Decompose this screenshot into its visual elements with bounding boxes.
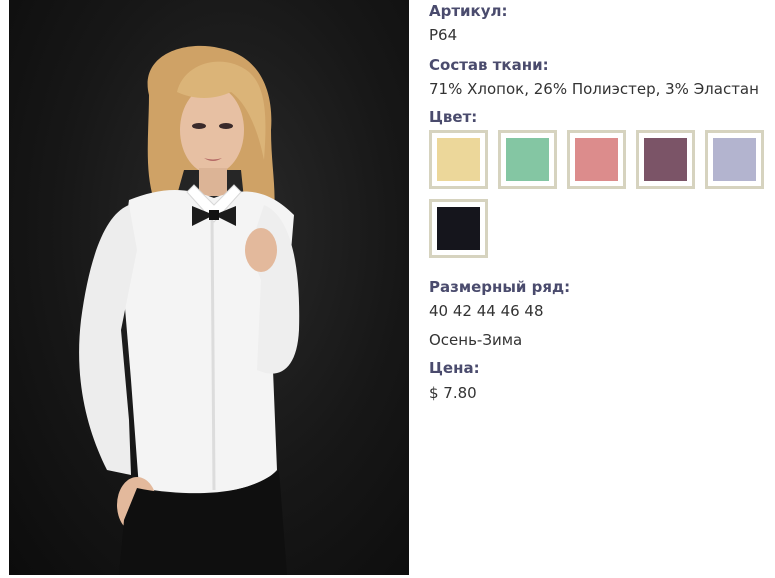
swatch-fill	[575, 138, 618, 181]
color-swatch-black[interactable]	[429, 199, 488, 258]
size-value: 40 42 44 46 48	[429, 302, 544, 320]
color-label: Цвет:	[429, 108, 478, 126]
swatch-fill	[437, 207, 480, 250]
season-value: Осень-Зима	[429, 331, 523, 349]
color-swatch-mint[interactable]	[498, 130, 557, 189]
swatch-fill	[437, 138, 480, 181]
product-photo	[9, 0, 409, 575]
color-swatch-pink[interactable]	[567, 130, 626, 189]
price-value: $ 7.80	[429, 384, 477, 402]
price-label: Цена:	[429, 359, 480, 377]
fabric-value: 71% Хлопок, 26% Полиэстер, 3% Эластан	[429, 80, 759, 98]
swatch-fill	[644, 138, 687, 181]
model-illustration	[79, 45, 300, 575]
color-swatch-lavender[interactable]	[705, 130, 764, 189]
fabric-label: Состав ткани:	[429, 56, 549, 74]
raised-hand	[245, 228, 277, 272]
article-label: Артикул:	[429, 2, 508, 20]
swatch-fill	[713, 138, 756, 181]
color-swatch-yellow[interactable]	[429, 130, 488, 189]
swatch-fill	[506, 138, 549, 181]
article-value: P64	[429, 26, 458, 44]
color-swatch-mauve[interactable]	[636, 130, 695, 189]
size-label: Размерный ряд:	[429, 278, 571, 296]
